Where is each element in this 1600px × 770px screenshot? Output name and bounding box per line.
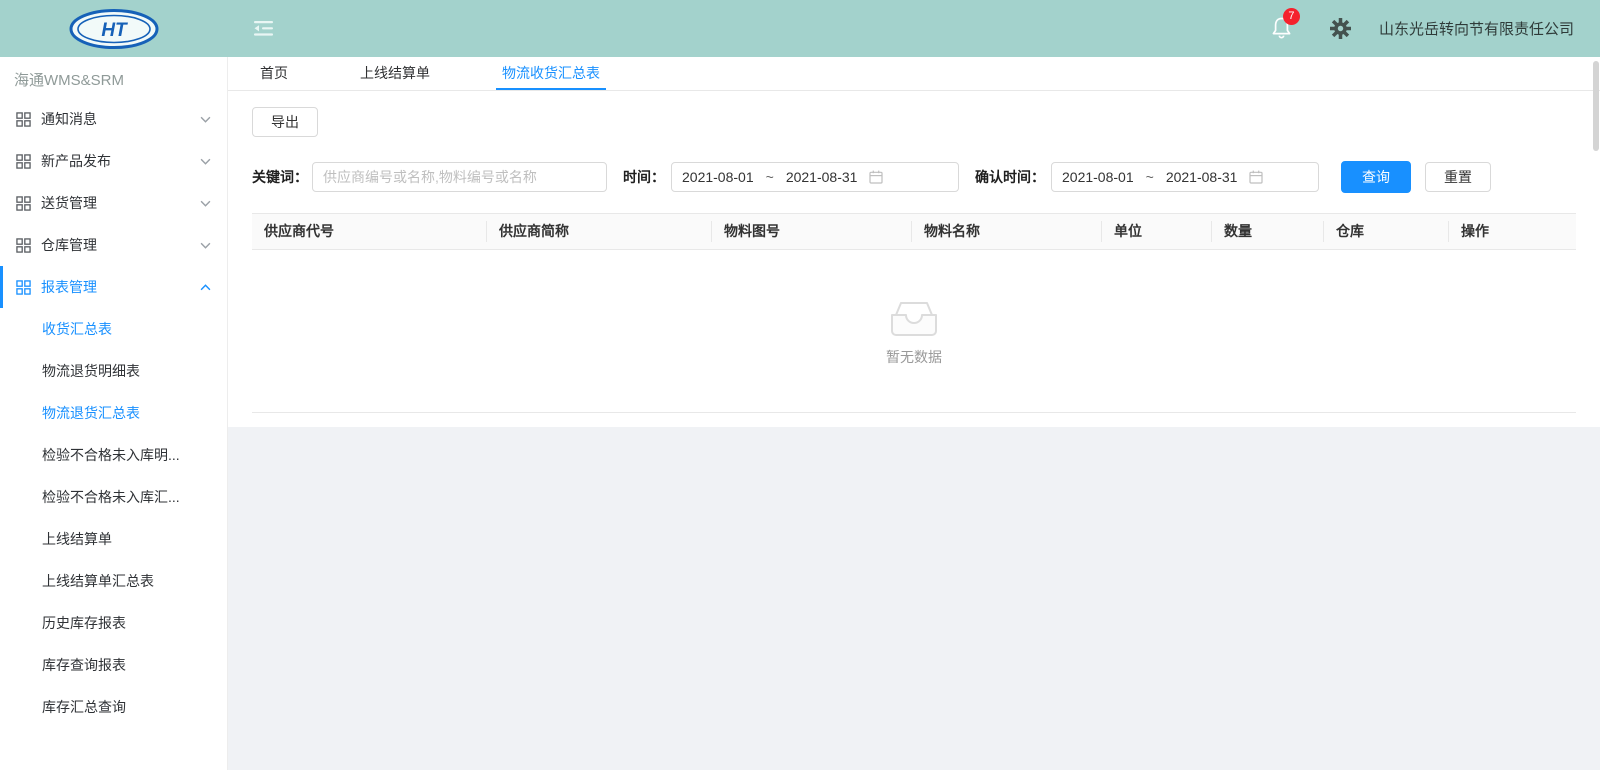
sidebar-subitem-receipt-summary[interactable]: 收货汇总表 <box>0 308 227 350</box>
scrollbar[interactable] <box>1592 57 1600 770</box>
empty-text: 暂无数据 <box>886 347 942 367</box>
chevron-up-icon <box>200 284 211 291</box>
tab-home[interactable]: 首页 <box>254 57 294 90</box>
empty-state: 暂无数据 <box>252 250 1576 413</box>
grid-icon <box>16 280 31 295</box>
sidebar-item-label: 报表管理 <box>41 277 97 297</box>
tab-bar: 首页 上线结算单 物流收货汇总表 <box>228 57 1600 91</box>
confirm-time-label: 确认时间： <box>975 167 1045 187</box>
sub-item-label: 历史库存报表 <box>42 613 126 633</box>
settings-gear-icon[interactable] <box>1330 18 1351 39</box>
grid-icon <box>16 196 31 211</box>
empty-box-icon <box>884 295 944 339</box>
reset-button[interactable]: 重置 <box>1425 162 1491 192</box>
sidebar-subitem-return-summary[interactable]: 物流退货汇总表 <box>0 392 227 434</box>
sidebar-subitem-inventory-summary-query[interactable]: 库存汇总查询 <box>0 686 227 728</box>
sidebar-item-reports[interactable]: 报表管理 <box>0 266 227 308</box>
table-header-row: 供应商代号 供应商简称 物料图号 物料名称 单位 数量 仓库 操作 <box>252 213 1576 250</box>
column-header-supplier-name: 供应商简称 <box>487 221 712 242</box>
tab-label: 物流收货汇总表 <box>502 63 600 83</box>
sub-item-label: 上线结算单 <box>42 529 112 549</box>
column-header-material-name: 物料名称 <box>912 221 1102 242</box>
tab-label: 首页 <box>260 63 288 83</box>
sidebar-item-notifications[interactable]: 通知消息 <box>0 98 227 140</box>
sub-item-label: 库存汇总查询 <box>42 697 126 717</box>
sidebar-item-label: 仓库管理 <box>41 235 97 255</box>
keyword-label: 关键词： <box>252 167 308 187</box>
calendar-icon <box>869 170 883 184</box>
chevron-down-icon <box>200 158 211 165</box>
sidebar: 海通WMS&SRM 通知消息 <box>0 57 228 770</box>
sub-item-label: 库存查询报表 <box>42 655 126 675</box>
grid-icon <box>16 154 31 169</box>
sidebar-subitem-online-settlement-summary[interactable]: 上线结算单汇总表 <box>0 560 227 602</box>
sidebar-subitem-inventory-query[interactable]: 库存查询报表 <box>0 644 227 686</box>
time-range-picker[interactable]: 2021-08-01 ~ 2021-08-31 <box>671 162 959 192</box>
sub-item-label: 物流退货明细表 <box>42 361 140 381</box>
confirm-time-range-picker[interactable]: 2021-08-01 ~ 2021-08-31 <box>1051 162 1319 192</box>
sub-item-label: 收货汇总表 <box>42 319 112 339</box>
column-header-warehouse: 仓库 <box>1324 221 1449 242</box>
column-header-actions: 操作 <box>1449 221 1576 242</box>
top-header: HT 7 <box>0 0 1600 57</box>
sidebar-item-label: 新产品发布 <box>41 151 111 171</box>
calendar-icon <box>1249 170 1263 184</box>
time-end-value: 2021-08-31 <box>786 169 858 185</box>
sidebar-item-new-product[interactable]: 新产品发布 <box>0 140 227 182</box>
scrollbar-thumb[interactable] <box>1593 61 1599 151</box>
page-background <box>228 427 1600 770</box>
filter-bar: 关键词： 时间： 2021-08-01 ~ 2021-08-31 <box>252 161 1576 193</box>
sidebar-item-label: 送货管理 <box>41 193 97 213</box>
logo-text: HT <box>101 20 128 41</box>
sub-item-label: 检验不合格未入库明... <box>42 445 180 465</box>
grid-icon <box>16 238 31 253</box>
chevron-down-icon <box>200 116 211 123</box>
column-header-material-drawing: 物料图号 <box>712 221 912 242</box>
sidebar-item-warehouse[interactable]: 仓库管理 <box>0 224 227 266</box>
company-logo-icon: HT <box>68 8 160 50</box>
column-header-quantity: 数量 <box>1212 221 1324 242</box>
range-separator: ~ <box>766 169 774 185</box>
app-window: HT 7 <box>0 0 1600 770</box>
confirm-end-value: 2021-08-31 <box>1166 169 1238 185</box>
export-button[interactable]: 导出 <box>252 107 318 137</box>
sidebar-subitem-unqualified-detail[interactable]: 检验不合格未入库明... <box>0 434 227 476</box>
range-separator: ~ <box>1146 169 1154 185</box>
content-panel: 导出 关键词： 时间： 2021-08-01 ~ 2021-08-31 <box>228 91 1600 427</box>
sidebar-collapse-icon[interactable] <box>254 21 273 36</box>
tab-label: 上线结算单 <box>360 63 430 83</box>
sidebar-item-label: 通知消息 <box>41 109 97 129</box>
keyword-input[interactable] <box>312 162 607 192</box>
sidebar-subitem-history-inventory[interactable]: 历史库存报表 <box>0 602 227 644</box>
app-title: 海通WMS&SRM <box>0 57 227 98</box>
results-table: 供应商代号 供应商简称 物料图号 物料名称 单位 数量 仓库 操作 <box>252 213 1576 413</box>
content-bottom-pad <box>252 413 1576 427</box>
column-header-unit: 单位 <box>1102 221 1212 242</box>
sub-item-label: 物流退货汇总表 <box>42 403 140 423</box>
sidebar-item-delivery[interactable]: 送货管理 <box>0 182 227 224</box>
logo: HT <box>0 8 228 50</box>
notification-badge: 7 <box>1283 8 1300 25</box>
sidebar-subitem-unqualified-summary[interactable]: 检验不合格未入库汇... <box>0 476 227 518</box>
tab-online-settlement[interactable]: 上线结算单 <box>354 57 436 90</box>
search-button[interactable]: 查询 <box>1341 161 1411 193</box>
sub-item-label: 检验不合格未入库汇... <box>42 487 180 507</box>
company-name: 山东光岳转向节有限责任公司 <box>1379 18 1574 39</box>
chevron-down-icon <box>200 200 211 207</box>
main-area: 首页 上线结算单 物流收货汇总表 导出 关键词： 时间： 2021-08-01 <box>228 57 1600 770</box>
column-header-supplier-code: 供应商代号 <box>252 221 487 242</box>
sidebar-subitem-online-settlement[interactable]: 上线结算单 <box>0 518 227 560</box>
grid-icon <box>16 112 31 127</box>
sub-item-label: 上线结算单汇总表 <box>42 571 154 591</box>
time-label: 时间： <box>623 167 665 187</box>
notifications-bell-icon[interactable]: 7 <box>1271 16 1292 42</box>
tab-logistics-receipt-summary[interactable]: 物流收货汇总表 <box>496 57 606 90</box>
time-start-value: 2021-08-01 <box>682 169 754 185</box>
chevron-down-icon <box>200 242 211 249</box>
sidebar-subitem-return-detail[interactable]: 物流退货明细表 <box>0 350 227 392</box>
confirm-start-value: 2021-08-01 <box>1062 169 1134 185</box>
